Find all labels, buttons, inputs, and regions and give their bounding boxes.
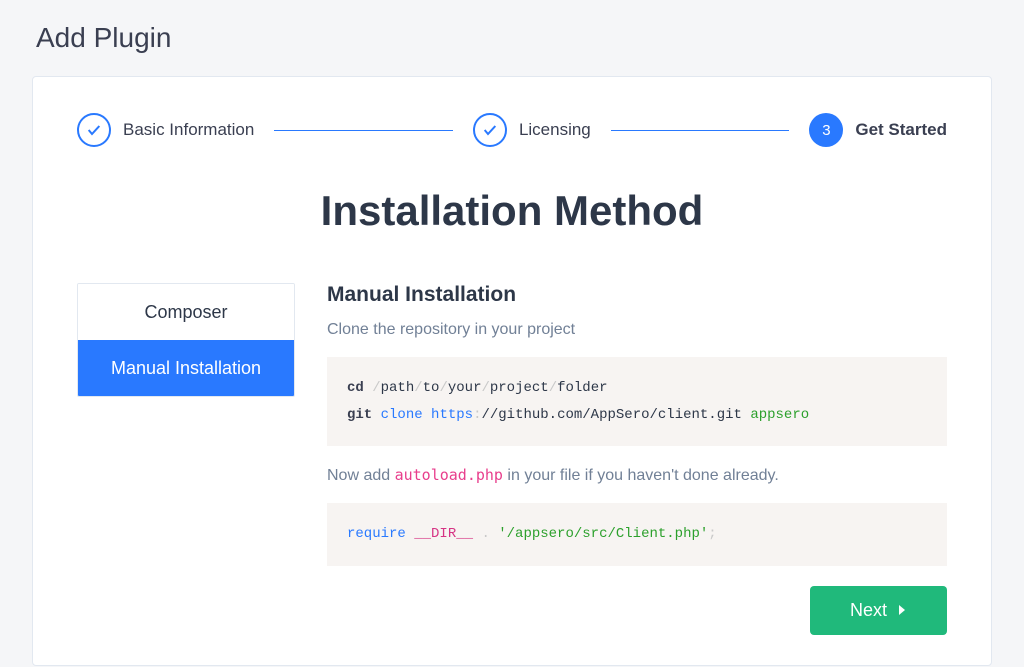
next-label: Next bbox=[850, 600, 887, 621]
stepper: Basic Information Licensing 3 Get Starte… bbox=[77, 113, 947, 147]
check-icon bbox=[473, 113, 507, 147]
tab-composer[interactable]: Composer bbox=[78, 284, 294, 340]
content-row: Composer Manual Installation Manual Inst… bbox=[77, 283, 947, 635]
next-button[interactable]: Next bbox=[810, 586, 947, 635]
step-label: Basic Information bbox=[123, 120, 254, 140]
code-block-clone: cd /path/to/your/project/folder git clon… bbox=[327, 357, 947, 446]
step-connector bbox=[611, 130, 790, 131]
install-instructions: Manual Installation Clone the repository… bbox=[327, 283, 947, 635]
footer-actions: Next bbox=[327, 586, 947, 635]
instructions-heading: Manual Installation bbox=[327, 283, 947, 307]
step-number: 3 bbox=[809, 113, 843, 147]
step-basic-information[interactable]: Basic Information bbox=[77, 113, 254, 147]
step-licensing[interactable]: Licensing bbox=[473, 113, 591, 147]
inline-code: autoload.php bbox=[395, 466, 503, 484]
install-method-tabs: Composer Manual Installation bbox=[77, 283, 295, 397]
page-title: Add Plugin bbox=[0, 0, 1024, 76]
chevron-right-icon bbox=[897, 605, 907, 615]
code-block-require: require __DIR__ . '/appsero/src/Client.p… bbox=[327, 503, 947, 566]
step-get-started[interactable]: 3 Get Started bbox=[809, 113, 947, 147]
section-title: Installation Method bbox=[77, 187, 947, 235]
instructions-intro: Clone the repository in your project bbox=[327, 321, 947, 339]
check-icon bbox=[77, 113, 111, 147]
step-connector bbox=[274, 130, 453, 131]
step-label: Get Started bbox=[855, 120, 947, 140]
step-label: Licensing bbox=[519, 120, 591, 140]
wizard-card: Basic Information Licensing 3 Get Starte… bbox=[32, 76, 992, 666]
tab-manual-installation[interactable]: Manual Installation bbox=[78, 340, 294, 396]
instructions-mid: Now add autoload.php in your file if you… bbox=[327, 466, 947, 485]
